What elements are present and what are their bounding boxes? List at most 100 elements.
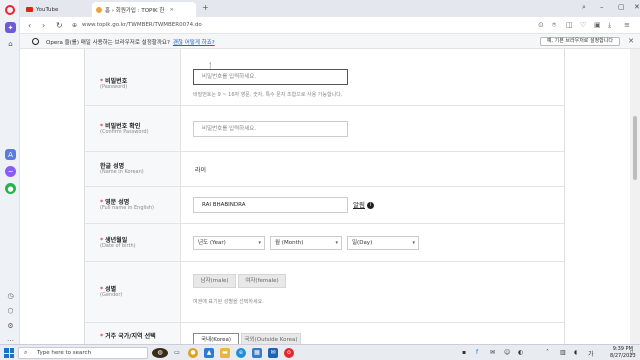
english-name-input[interactable]: RAI BHABINDRA [193, 197, 348, 213]
form-row-password: * 비밀번호 (Password) 비밀번호를 입력하세요. 비밀번호는 9 ~ … [85, 49, 565, 106]
back-icon[interactable]: ‹ [28, 21, 31, 30]
label-column: * 비밀번호 (Password) [85, 49, 181, 105]
korean-name-value: 라이 [195, 167, 207, 174]
form-row-country: * 거주 국가/지역 선택 국내(Korea) 국외(Outside Korea) [85, 323, 565, 344]
address-bar: ‹ › ↻ ⊕ www.topik.go.kr/TWMBER/TWMBER007… [20, 17, 640, 34]
task-view-icon[interactable]: ▭ [172, 348, 182, 358]
gender-female-button[interactable]: 여자(female) [238, 274, 286, 288]
country-korea-button[interactable]: 국내(Korea) [193, 333, 239, 344]
search-icon: ⌕ [24, 349, 28, 356]
bookmark-icon[interactable]: ♡ [580, 21, 586, 29]
english-name-help-link[interactable]: 알림 i [353, 199, 374, 209]
camera-icon[interactable]: ⌾ [552, 21, 556, 30]
taskbar-search-input[interactable]: ⌕ Type here to search [18, 347, 148, 359]
form-row-english-name: * 영문 성명 (Full name in English) RAI BHABIN… [85, 187, 565, 224]
close-icon[interactable]: ✕ [628, 37, 634, 45]
signup-form: * 비밀번호 (Password) 비밀번호를 입력하세요. 비밀번호는 9 ~ … [84, 49, 565, 344]
site-info-icon[interactable]: ⊕ [72, 22, 77, 29]
label-column: * 성별 (Gender) [85, 262, 181, 322]
opera-taskbar-icon[interactable]: o [284, 348, 294, 358]
password-input[interactable]: 비밀번호를 입력하세요. [193, 69, 348, 85]
search-tabs-icon[interactable]: ⌕ [582, 3, 586, 12]
whatsapp-icon[interactable]: ● [5, 183, 16, 194]
form-row-confirm-password: * 비밀번호 확인 (Confirm Password) 비밀번호를 입력하세요. [85, 106, 565, 152]
gender-hint: 여권에 표기된 성별을 선택하세요. [193, 299, 264, 305]
tab-topik[interactable]: 홈 › 회원가입 : TOPIK 한 × [92, 2, 196, 17]
aria-icon[interactable]: A [5, 149, 16, 160]
download-icon[interactable]: ⤓ [608, 21, 611, 30]
menu-icon[interactable]: ≡ [624, 21, 630, 29]
notification-text: Opera 을(를) 매일 사용하는 브라우저로 설정할까요? 괜찮 어떻게 하죠… [46, 40, 215, 46]
opera-logo-icon[interactable] [5, 5, 15, 15]
store-icon[interactable]: ▦ [252, 348, 262, 358]
password-hint: 비밀번호는 9 ~ 16자 영문, 숫자, 특수 문자 조합으로 사용 가능합니… [193, 92, 343, 98]
history-icon[interactable]: ◷ [5, 290, 16, 301]
more-icon[interactable]: … [5, 333, 16, 344]
snapshot-icon[interactable]: ◫ [566, 21, 573, 29]
chevron-down-icon: ▾ [335, 240, 338, 246]
reload-icon[interactable]: ↻ [56, 21, 63, 30]
birth-day-select[interactable]: 일(Day) ▾ [347, 236, 419, 250]
url-field[interactable]: www.topik.go.kr/TWMBER/TWMBER0074.do [82, 22, 202, 28]
minimize-icon[interactable]: – [600, 3, 604, 11]
volume-icon[interactable]: ◖ [574, 349, 577, 356]
saturn-app-icon[interactable]: ◍ [152, 348, 168, 358]
field-sublabel: (Confirm Password) [100, 129, 149, 135]
tray-up-arrow-icon[interactable]: ˄ [546, 349, 549, 356]
tray-app-icon[interactable]: ◐ [518, 349, 523, 356]
field-sublabel: (Gender) [100, 292, 123, 298]
birth-month-select[interactable]: 월 (Month) ▾ [270, 236, 342, 250]
label-column: * 영문 성명 (Full name in English) [85, 187, 181, 223]
edge-icon[interactable]: e [236, 348, 246, 358]
network-icon[interactable]: ▥ [560, 349, 566, 356]
settings-icon[interactable]: ⚙ [5, 320, 16, 331]
tab-label: 홈 › 회원가입 : TOPIK 한 [105, 7, 165, 14]
confirm-password-input[interactable]: 비밀번호를 입력하세요. [193, 121, 348, 137]
gender-male-button[interactable]: 남자(male) [193, 274, 236, 288]
window-close-icon[interactable]: ✕ [634, 3, 640, 11]
forward-icon[interactable]: › [42, 21, 45, 30]
country-outside-button[interactable]: 국외(Outside Korea) [241, 333, 301, 344]
chrome-icon[interactable]: ● [188, 348, 198, 358]
windows-taskbar: ⌕ Type here to search ◍ ▭ ● ▲ ▬ e ▦ ✉ o … [0, 344, 640, 360]
chevron-down-icon: ▾ [412, 240, 415, 246]
topik-favicon [96, 6, 102, 13]
tray-people-icon[interactable]: ☺ [504, 349, 510, 356]
page-scrollbar[interactable] [630, 49, 640, 344]
label-column: * 생년월일 (Date of birth) [85, 224, 181, 261]
home-icon[interactable]: ⌂ [5, 38, 16, 49]
tray-mail-icon[interactable]: ✉ [490, 349, 495, 356]
youtube-icon [26, 7, 33, 12]
tracker-icon[interactable]: ⊙ [538, 21, 544, 29]
form-row-gender: * 성별 (Gender) 남자(male) 여자(female) 여권에 표기된… [85, 262, 565, 323]
field-sublabel: (Name in Korean) [100, 169, 144, 175]
tab-label: YouTube [36, 6, 59, 13]
close-icon[interactable]: × [169, 7, 174, 13]
notification-link[interactable]: 괜찮 어떻게 하죠? [173, 40, 215, 46]
notification-center-icon[interactable]: ▯ [630, 349, 633, 356]
language-icon[interactable]: 가 [588, 349, 594, 358]
label-column: * 비밀번호 확인 (Confirm Password) [85, 106, 181, 151]
wallet-icon[interactable]: ▣ [594, 21, 601, 29]
file-explorer-icon[interactable]: ▬ [220, 348, 230, 358]
set-default-button[interactable]: 예, 기본 브라우저로 설정합니다 [539, 37, 620, 46]
field-sublabel: (Date of birth) [100, 243, 136, 249]
form-row-korean-name: 한글 성명 (Name in Korean) 라이 [85, 152, 565, 187]
ai-sidebar-icon[interactable]: ✦ [5, 22, 16, 33]
field-sublabel: (Password) [100, 84, 128, 90]
maximize-icon[interactable]: ▢ [618, 3, 625, 11]
mail-icon[interactable]: ✉ [268, 348, 278, 358]
birth-year-select[interactable]: 년도 (Year) ▾ [193, 236, 265, 250]
search-placeholder: Type here to search [37, 350, 92, 356]
scrollbar-thumb[interactable] [633, 116, 637, 180]
label-column: * 거주 국가/지역 선택 [85, 323, 181, 344]
new-tab-icon[interactable]: + [202, 3, 209, 12]
tray-facebook-icon[interactable]: f [476, 349, 478, 356]
default-browser-notification: Opera 을(를) 매일 사용하는 브라우저로 설정할까요? 괜찮 어떻게 하죠… [20, 34, 640, 49]
tab-youtube[interactable]: YouTube [22, 2, 90, 17]
messenger-icon[interactable]: ~ [5, 166, 16, 177]
tray-game-icon[interactable]: ▪ [462, 349, 466, 356]
extensions-icon[interactable]: ⬡ [5, 305, 16, 316]
photos-icon[interactable]: ▲ [204, 348, 214, 358]
windows-start-icon[interactable] [4, 348, 14, 358]
